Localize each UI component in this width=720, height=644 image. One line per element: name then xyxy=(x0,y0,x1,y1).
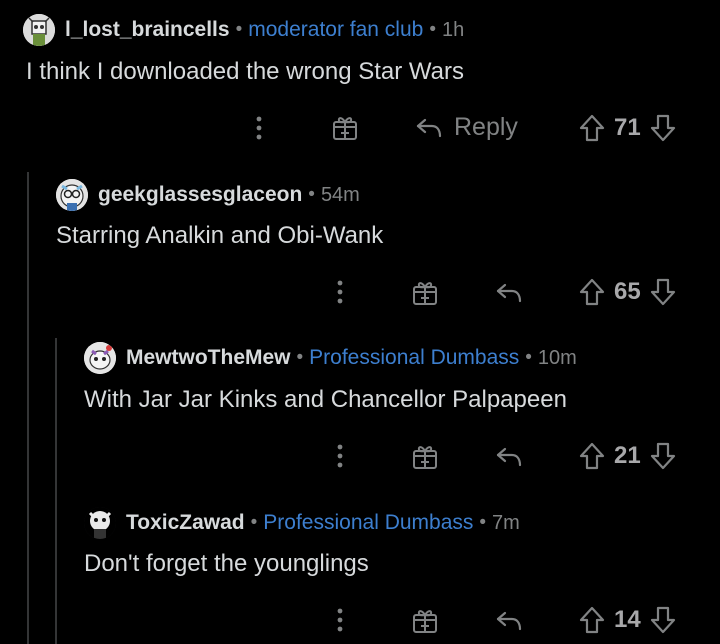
award-icon xyxy=(333,117,357,140)
reply-button[interactable]: Reply xyxy=(414,112,518,142)
comment-body: I think I downloaded the wrong Star Wars xyxy=(26,58,464,85)
award-button[interactable] xyxy=(410,442,440,472)
username[interactable]: ToxicZawad xyxy=(126,511,245,535)
award-icon xyxy=(413,610,437,633)
downvote-icon[interactable] xyxy=(649,113,677,143)
separator-dot: • xyxy=(429,19,436,40)
reply-button[interactable] xyxy=(494,441,524,471)
thread-line-level-1[interactable] xyxy=(27,172,29,644)
timestamp: 1h xyxy=(442,18,465,41)
comment-body: Don't forget the younglings xyxy=(84,550,369,577)
award-button[interactable] xyxy=(330,113,360,143)
award-icon xyxy=(413,446,437,469)
username[interactable]: geekglassesglaceon xyxy=(98,183,302,207)
comment-header: ToxicZawad • Professional Dumbass • 7m xyxy=(84,507,520,539)
upvote-icon[interactable] xyxy=(578,277,606,307)
vote-controls: 14 xyxy=(578,605,677,635)
comment-body: With Jar Jar Kinks and Chancellor Palpap… xyxy=(84,386,567,413)
username[interactable]: l_lost_braincells xyxy=(65,18,230,42)
reply-arrow-icon xyxy=(496,447,522,467)
avatar[interactable] xyxy=(84,342,116,374)
separator-dot: • xyxy=(250,512,258,533)
user-flair: Professional Dumbass xyxy=(309,346,520,369)
upvote-icon[interactable] xyxy=(578,441,606,471)
upvote-icon[interactable] xyxy=(578,605,606,635)
separator-dot: • xyxy=(525,347,532,368)
user-flair: Professional Dumbass xyxy=(263,511,474,534)
comment-body: Starring Analkin and Obi-Wank xyxy=(56,222,384,249)
more-options-icon xyxy=(337,444,343,468)
downvote-icon[interactable] xyxy=(649,277,677,307)
thread-line-level-2[interactable] xyxy=(55,338,57,644)
more-options-button[interactable] xyxy=(330,440,350,472)
downvote-icon[interactable] xyxy=(649,605,677,635)
comment-header: l_lost_braincells • moderator fan club •… xyxy=(23,14,464,46)
more-options-icon xyxy=(256,116,262,140)
timestamp: 10m xyxy=(537,346,577,369)
vote-score: 71 xyxy=(614,114,641,141)
award-button[interactable] xyxy=(410,278,440,308)
more-options-button[interactable] xyxy=(330,604,350,636)
reply-button[interactable] xyxy=(494,277,524,307)
vote-score: 65 xyxy=(614,278,641,305)
downvote-icon[interactable] xyxy=(649,441,677,471)
award-icon xyxy=(413,282,437,305)
more-options-icon xyxy=(337,280,343,304)
avatar[interactable] xyxy=(56,179,88,211)
more-options-icon xyxy=(337,608,343,632)
reply-arrow-icon xyxy=(416,118,442,138)
avatar[interactable] xyxy=(23,14,55,46)
separator-dot: • xyxy=(235,19,243,40)
upvote-icon[interactable] xyxy=(578,113,606,143)
user-flair: moderator fan club xyxy=(248,18,424,41)
vote-score: 21 xyxy=(614,442,641,469)
award-button[interactable] xyxy=(410,606,440,636)
username[interactable]: MewtwoTheMew xyxy=(126,346,291,370)
reply-arrow-icon xyxy=(496,283,522,303)
reply-arrow-icon xyxy=(496,611,522,631)
comment-header: geekglassesglaceon • 54m xyxy=(56,179,360,211)
separator-dot: • xyxy=(479,512,487,533)
separator-dot: • xyxy=(296,347,304,368)
timestamp: 7m xyxy=(492,511,520,534)
comment-header: MewtwoTheMew • Professional Dumbass • 10… xyxy=(84,342,577,374)
vote-controls: 21 xyxy=(578,441,677,471)
reply-button[interactable] xyxy=(494,605,524,635)
vote-controls: 65 xyxy=(578,277,677,307)
more-options-button[interactable] xyxy=(249,112,269,144)
timestamp: 54m xyxy=(320,183,360,206)
reply-label: Reply xyxy=(454,112,518,141)
more-options-button[interactable] xyxy=(330,276,350,308)
separator-dot: • xyxy=(308,184,315,205)
vote-controls: 71 xyxy=(578,113,677,143)
avatar[interactable] xyxy=(84,507,116,539)
vote-score: 14 xyxy=(614,606,641,633)
